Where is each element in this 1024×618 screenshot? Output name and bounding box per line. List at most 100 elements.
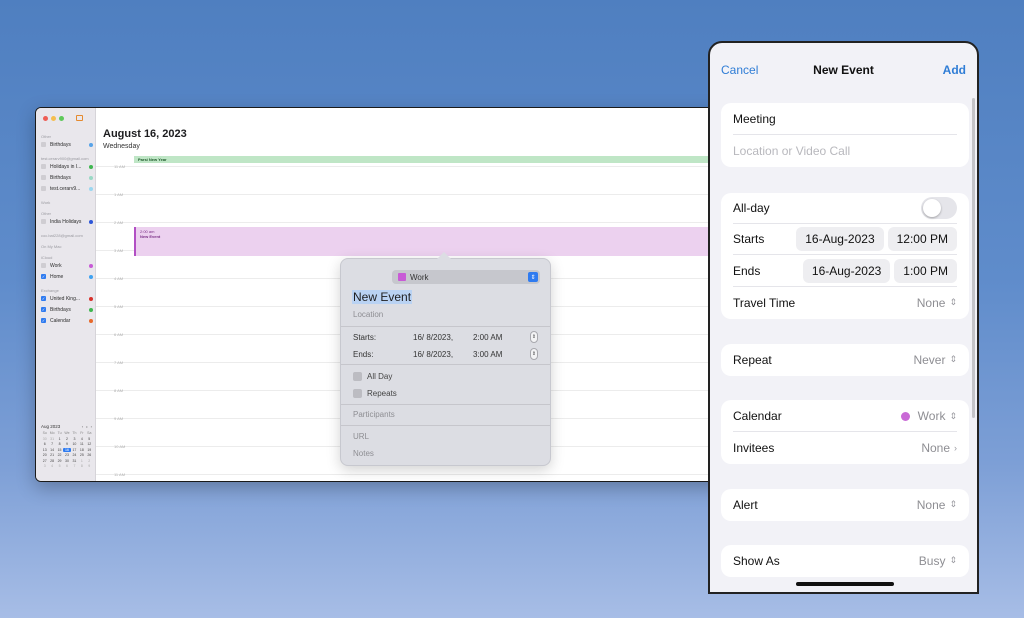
starts-stepper[interactable]: ⇕ xyxy=(530,331,538,343)
mini-calendar-day[interactable]: 7 xyxy=(48,442,55,446)
starts-date[interactable]: 16/ 8/2023, xyxy=(413,333,453,342)
mini-calendar-day[interactable]: 23 xyxy=(63,453,70,457)
mini-calendar-day[interactable]: 5 xyxy=(86,437,93,441)
calendar-checkbox[interactable]: ✓ xyxy=(41,318,46,323)
calendar-checkbox[interactable] xyxy=(41,164,46,169)
mini-calendar-day[interactable]: 4 xyxy=(78,437,85,441)
ends-date-button[interactable]: 16-Aug-2023 xyxy=(802,259,891,283)
sidebar-calendar-item[interactable]: ✓ United King... xyxy=(41,293,93,304)
mini-calendar-day[interactable]: 9 xyxy=(63,442,70,446)
starts-time-button[interactable]: 12:00 PM xyxy=(887,227,957,251)
mini-calendar-day[interactable]: 1 xyxy=(56,437,63,441)
calendar-checkbox[interactable] xyxy=(41,263,46,268)
mini-calendar-day[interactable]: 10 xyxy=(71,442,78,446)
mini-calendar-day[interactable]: 6 xyxy=(63,464,70,468)
repeat-row[interactable]: Repeat Never ⇕ xyxy=(733,344,957,375)
ends-date[interactable]: 16/ 8/2023, xyxy=(413,350,453,359)
repeats-checkbox[interactable] xyxy=(353,389,362,398)
mini-calendar-day[interactable]: 30 xyxy=(63,459,70,463)
calendar-checkbox[interactable]: ✓ xyxy=(41,274,46,279)
notes-field[interactable]: Notes xyxy=(353,449,374,458)
starts-time[interactable]: 2:00 AM xyxy=(473,333,502,342)
mini-calendar-day[interactable]: 4 xyxy=(48,464,55,468)
location-field[interactable]: Location or Video Call xyxy=(733,135,957,166)
mini-calendar-day[interactable]: 13 xyxy=(41,448,48,452)
mini-calendar-day[interactable]: 22 xyxy=(56,453,63,457)
calendar-checkbox[interactable] xyxy=(41,175,46,180)
calendar-checkbox[interactable] xyxy=(41,142,46,147)
participants-field[interactable]: Participants xyxy=(353,410,395,419)
mini-calendar-day[interactable]: 25 xyxy=(78,453,85,457)
mini-calendar-day[interactable]: 8 xyxy=(78,464,85,468)
ends-time-button[interactable]: 1:00 PM xyxy=(894,259,957,283)
mini-calendar-day[interactable]: 3 xyxy=(71,437,78,441)
sidebar-calendar-item[interactable]: Birthdays xyxy=(41,172,93,183)
ends-stepper[interactable]: ⇕ xyxy=(530,348,538,360)
hour-row[interactable]: 11 AM xyxy=(96,472,724,481)
travel-time-row[interactable]: Travel Time None ⇕ xyxy=(733,287,957,318)
mini-calendar-day[interactable]: 19 xyxy=(86,448,93,452)
hour-row[interactable]: 1 AM xyxy=(96,192,724,222)
mini-calendar-day[interactable]: 31 xyxy=(48,437,55,441)
mini-calendar-day[interactable]: 12 xyxy=(86,442,93,446)
allday-event[interactable]: Parsi New Year xyxy=(134,156,724,163)
mini-calendar-day[interactable]: 11 xyxy=(78,442,85,446)
chevron-updown-icon[interactable]: ⇕ xyxy=(528,272,538,282)
mini-calendar-day[interactable]: 3 xyxy=(41,464,48,468)
title-field[interactable]: Meeting xyxy=(733,104,957,135)
selected-event[interactable]: 2:00 am New Event xyxy=(134,227,724,256)
calendar-row[interactable]: Calendar Work ⇕ xyxy=(733,401,957,432)
mini-calendar-day[interactable]: 6 xyxy=(41,442,48,446)
mini-calendar-day[interactable]: 27 xyxy=(41,459,48,463)
invitees-row[interactable]: Invitees None › xyxy=(733,432,957,463)
mini-calendar-nav[interactable]: ‹ • › xyxy=(82,424,93,429)
scrollbar[interactable] xyxy=(972,98,975,418)
mini-calendar-day[interactable]: 20 xyxy=(41,453,48,457)
mini-calendar-day[interactable]: 9 xyxy=(86,464,93,468)
mini-calendar-day[interactable]: 7 xyxy=(71,464,78,468)
mini-calendar-day[interactable]: 31 xyxy=(71,459,78,463)
mini-calendar-day[interactable]: 24 xyxy=(71,453,78,457)
sidebar-calendar-item[interactable]: Holidays in I... xyxy=(41,161,93,172)
mini-calendar-day[interactable]: 28 xyxy=(48,459,55,463)
alert-row[interactable]: Alert None ⇕ xyxy=(733,489,957,520)
mini-calendar-day[interactable]: 2 xyxy=(63,437,70,441)
mini-calendar-day[interactable]: 5 xyxy=(56,464,63,468)
ends-time[interactable]: 3:00 AM xyxy=(473,350,502,359)
mini-calendar-day[interactable]: 8 xyxy=(56,442,63,446)
all-day-checkbox[interactable] xyxy=(353,372,362,381)
calendar-checkbox[interactable]: ✓ xyxy=(41,307,46,312)
mini-calendar-day[interactable]: 30 xyxy=(41,437,48,441)
mini-calendar-day[interactable]: 1 xyxy=(78,459,85,463)
event-title-field[interactable]: New Event xyxy=(352,290,413,304)
show-as-row[interactable]: Show As Busy ⇕ xyxy=(733,545,957,576)
mini-calendar-day[interactable]: 15 xyxy=(56,448,63,452)
sidebar-calendar-item[interactable]: ✓ Home xyxy=(41,271,93,282)
mini-calendar-day[interactable]: 29 xyxy=(56,459,63,463)
sidebar-toggle-icon[interactable] xyxy=(76,115,83,121)
mini-calendar-day[interactable]: 26 xyxy=(86,453,93,457)
calendar-checkbox[interactable] xyxy=(41,219,46,224)
mini-calendar-day[interactable]: 2 xyxy=(86,459,93,463)
sidebar-calendar-item[interactable]: Work xyxy=(41,260,93,271)
sidebar-calendar-item[interactable]: India Holidays xyxy=(41,216,93,227)
zoom-window-button[interactable] xyxy=(59,116,64,121)
sidebar-calendar-item[interactable]: test.cerarv9... xyxy=(41,183,93,194)
mini-calendar-day[interactable]: 16 xyxy=(63,447,71,452)
calendar-checkbox[interactable] xyxy=(41,186,46,191)
sidebar-calendar-item[interactable]: ✓ Birthdays xyxy=(41,304,93,315)
calendar-checkbox[interactable]: ✓ xyxy=(41,296,46,301)
sidebar-calendar-item[interactable]: Birthdays xyxy=(41,139,93,150)
minimize-window-button[interactable] xyxy=(51,116,56,121)
calendar-select[interactable]: Work ⇕ xyxy=(392,270,540,284)
add-button[interactable]: Add xyxy=(943,63,966,77)
location-field[interactable]: Location xyxy=(353,310,383,319)
starts-date-button[interactable]: 16-Aug-2023 xyxy=(796,227,884,251)
sidebar-calendar-item[interactable]: ✓ Calendar xyxy=(41,315,93,326)
mini-calendar-day[interactable]: 14 xyxy=(48,448,55,452)
mini-calendar-day[interactable]: 17 xyxy=(71,448,78,452)
mini-calendar-day[interactable]: 18 xyxy=(78,448,85,452)
hour-row[interactable]: 11 AM xyxy=(96,164,724,194)
all-day-toggle[interactable] xyxy=(921,197,957,219)
mini-calendar-day[interactable]: 21 xyxy=(48,453,55,457)
